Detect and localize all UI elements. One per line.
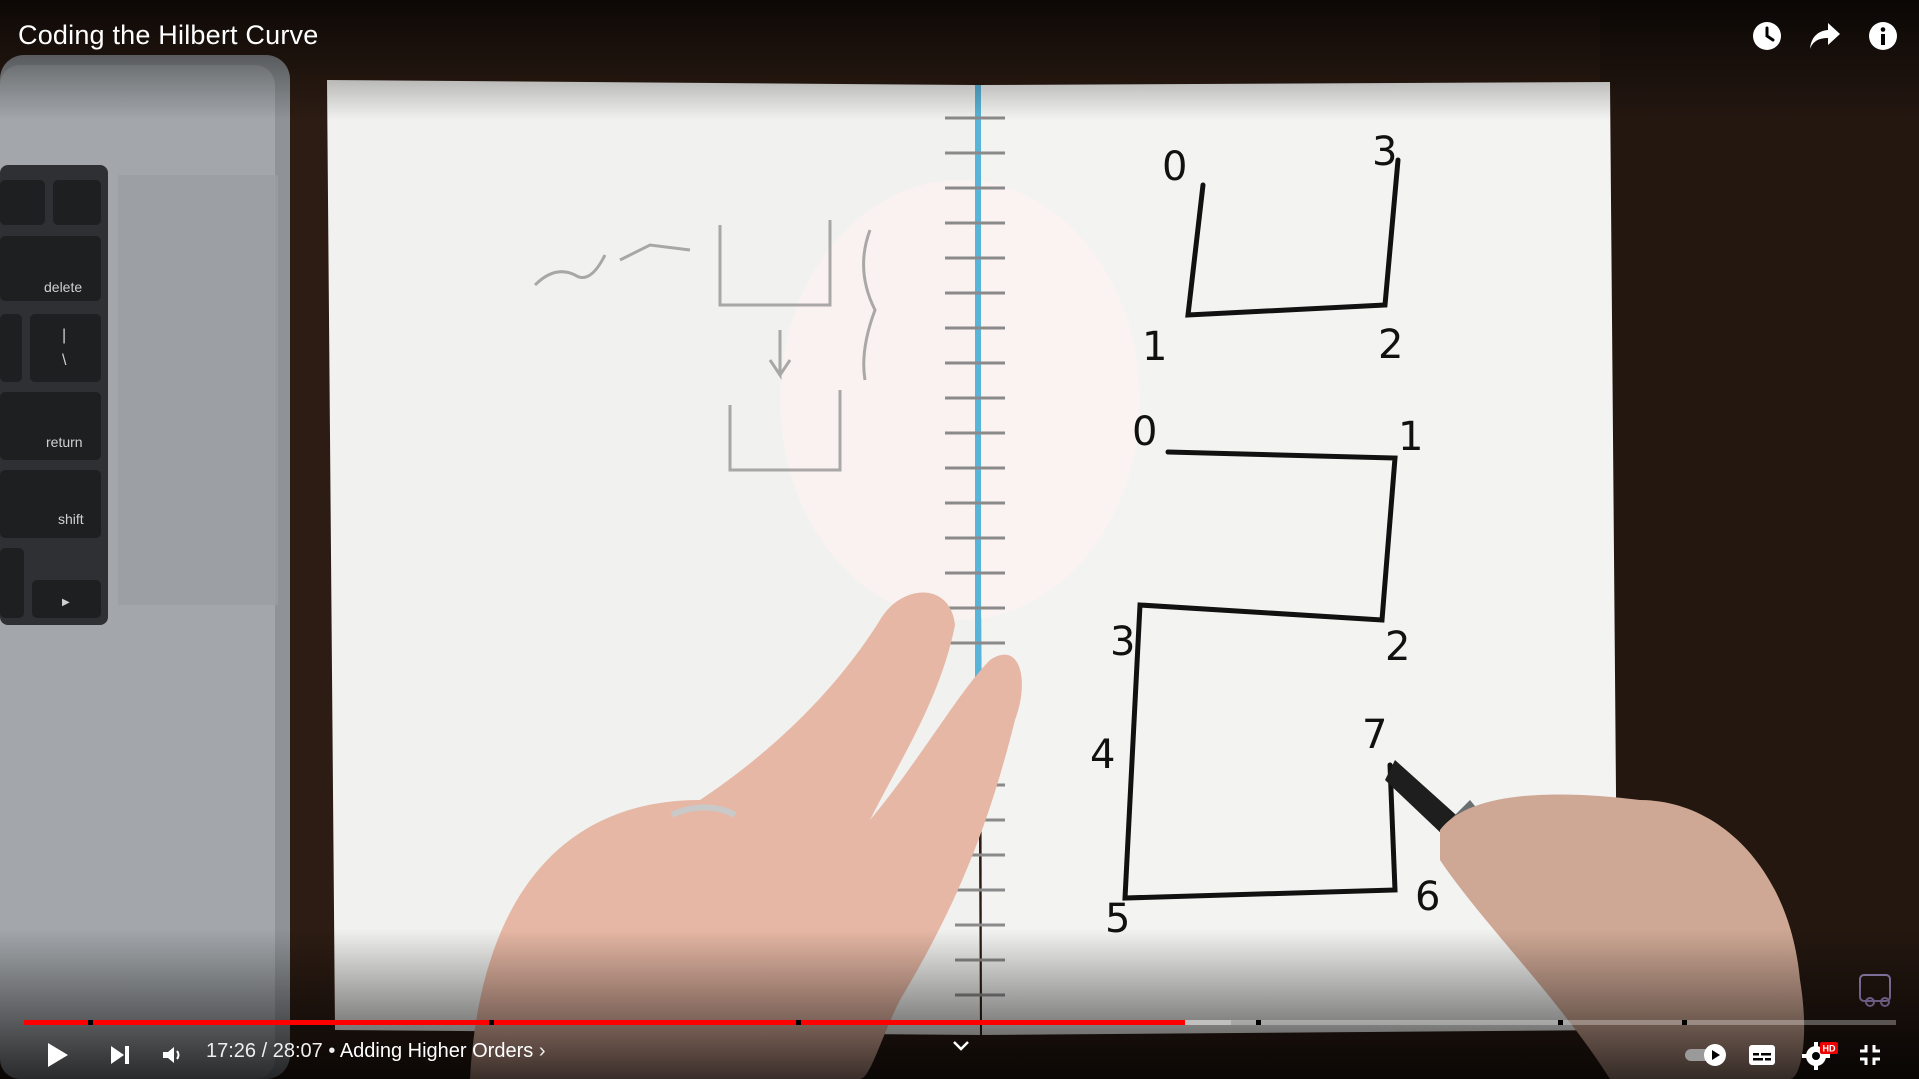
chapter-marker (1256, 1020, 1261, 1025)
shift-key-label: shift (58, 511, 84, 527)
svg-text:|: | (62, 327, 66, 344)
autoplay-toggle-icon (1685, 1043, 1726, 1066)
fullscreen-exit-icon (1860, 1044, 1880, 1065)
next-button[interactable] (104, 1030, 136, 1079)
label-top-0: 0 (1162, 144, 1187, 190)
top-right-controls (1749, 18, 1901, 54)
next-icon (111, 1045, 129, 1064)
hd-badge: HD (1823, 1043, 1836, 1053)
video-frame[interactable]: delete | \ return shift ▶ 0 3 1 2 0 1 3 … (0, 0, 1919, 1079)
volume-icon (163, 1046, 180, 1063)
video-player[interactable]: delete | \ return shift ▶ 0 3 1 2 0 1 3 … (0, 0, 1919, 1079)
label-bottom-2: 2 (1385, 624, 1410, 670)
volume-button[interactable] (156, 1030, 188, 1079)
progress-played (24, 1020, 1185, 1025)
keyboard: delete | \ return shift ▶ (0, 165, 108, 625)
label-bottom-4: 4 (1090, 732, 1115, 778)
delete-key-label: delete (44, 279, 82, 295)
svg-text:\: \ (62, 352, 67, 369)
info-icon[interactable] (1865, 18, 1901, 54)
chapter-marker (1558, 1020, 1563, 1025)
play-icon (48, 1042, 68, 1067)
label-bottom-0: 0 (1132, 409, 1157, 455)
duration: 28:07 (272, 1040, 323, 1062)
time-display: 17:26 / 28:07 • Adding Higher Orders › (206, 1040, 546, 1062)
label-bottom-7: 7 (1362, 712, 1387, 758)
label-top-2: 2 (1378, 322, 1403, 368)
captions-icon (1749, 1044, 1775, 1065)
chapter-marker (88, 1020, 93, 1025)
captions-button[interactable] (1744, 1030, 1780, 1079)
control-bar: 17:26 / 28:07 • Adding Higher Orders › H… (0, 1030, 1919, 1079)
top-gradient (0, 0, 1919, 120)
video-title[interactable]: Coding the Hilbert Curve (18, 20, 318, 51)
current-time: 17:26 (206, 1040, 257, 1062)
fullscreen-exit-button[interactable] (1852, 1030, 1888, 1079)
chapter-chevron-icon[interactable]: › (539, 1040, 546, 1062)
label-top-3: 3 (1372, 129, 1397, 175)
return-key-label: return (46, 434, 83, 450)
label-bottom-6: 6 (1415, 874, 1440, 920)
speaker-grille (118, 175, 278, 605)
label-bottom-3: 3 (1110, 619, 1135, 665)
chapter-marker (796, 1020, 801, 1025)
play-button[interactable] (40, 1030, 76, 1079)
progress-bar[interactable] (24, 1020, 1896, 1025)
settings-button[interactable]: HD (1798, 1030, 1840, 1079)
label-top-1: 1 (1142, 324, 1167, 370)
chapter-title[interactable]: Adding Higher Orders (340, 1040, 533, 1062)
share-icon[interactable] (1807, 18, 1843, 54)
watch-later-icon[interactable] (1749, 18, 1785, 54)
autoplay-toggle[interactable] (1682, 1030, 1730, 1079)
svg-text:▶: ▶ (62, 597, 70, 608)
chapter-marker (489, 1020, 494, 1025)
settings-icon: HD (1802, 1041, 1838, 1070)
chapter-marker (1682, 1020, 1687, 1025)
label-bottom-1: 1 (1398, 414, 1423, 460)
